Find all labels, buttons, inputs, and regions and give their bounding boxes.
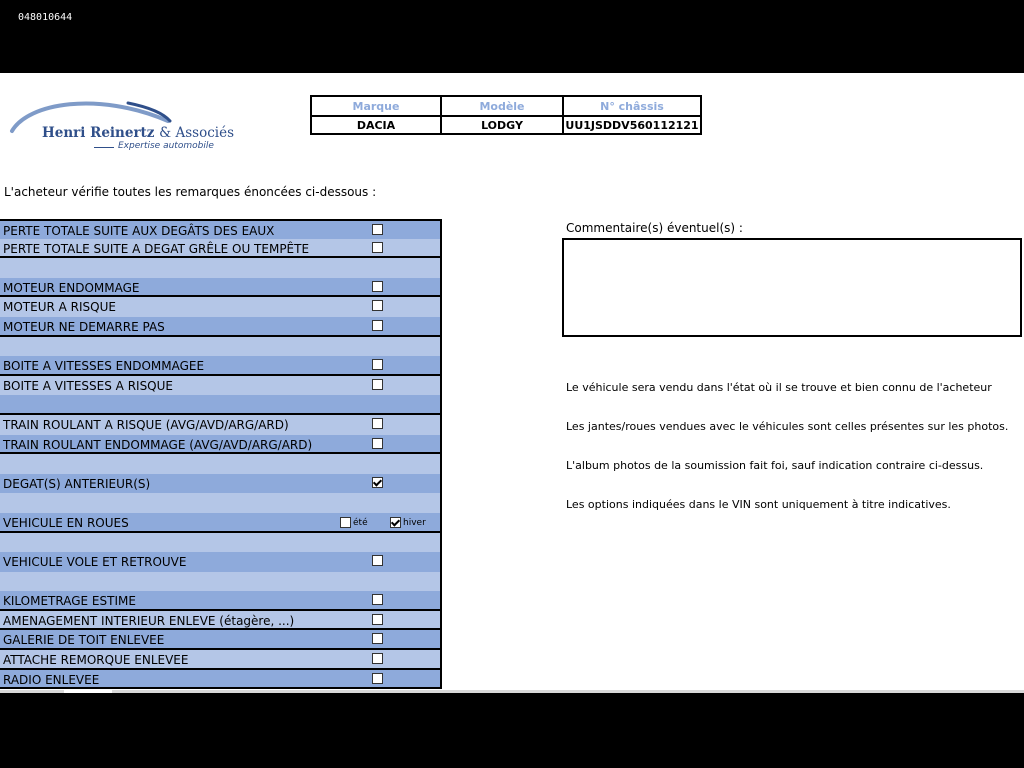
checklist-label: DEGAT(S) ANTERIEUR(S) — [3, 476, 151, 491]
checkbox[interactable] — [372, 280, 383, 292]
spacer-row — [0, 258, 442, 278]
checklist-row: MOTEUR ENDOMMAGE — [0, 277, 442, 298]
checklist-row: AMENAGEMENT INTERIEUR ENLEVE (étagère, .… — [0, 610, 442, 631]
hiver-label: hiver — [403, 517, 426, 528]
checkbox[interactable] — [372, 633, 383, 645]
checklist-label: BOITE A VITESSES ENDOMMAGEE — [3, 359, 205, 374]
checklist-label: KILOMETRAGE ESTIME — [3, 594, 136, 609]
document-id: 048010644 — [18, 12, 73, 23]
checklist-row: MOTEUR A RISQUE — [0, 297, 442, 317]
checklist-row: MOTEUR NE DEMARRE PAS — [0, 316, 442, 337]
vehicle-info-table: Marque Modèle N° châssis DACIA LODGY UU1… — [310, 95, 702, 135]
checklist-row: ATTACHE REMORQUE ENLEVEE — [0, 650, 442, 670]
checklist-label: MOTEUR ENDOMMAGE — [3, 280, 140, 295]
checkbox[interactable] — [372, 613, 383, 625]
logo-name: Henri Reinertz & Associés — [42, 125, 235, 141]
checklist-label: MOTEUR A RISQUE — [3, 300, 116, 315]
note-line: L'album photos de la soumission fait foi… — [566, 459, 984, 472]
header-chassis: N° châssis — [562, 95, 702, 117]
logo-subtitle: Expertise automobile — [118, 141, 214, 151]
checkbox[interactable] — [372, 359, 383, 371]
checkbox[interactable] — [372, 437, 383, 449]
note-line: Les jantes/roues vendues avec le véhicul… — [566, 420, 1009, 433]
note-line: Le véhicule sera vendu dans l'état où il… — [566, 381, 992, 394]
checkbox[interactable] — [372, 476, 383, 488]
checkbox-hiver[interactable] — [390, 516, 401, 528]
checklist-row: DEGAT(S) ANTERIEUR(S) — [0, 473, 442, 494]
checklist-row: VEHICULE VOLE ET RETROUVE — [0, 552, 442, 572]
top-black-bar: 048010644 — [0, 0, 1024, 73]
spacer-row — [0, 395, 442, 415]
checklist-label: PERTE TOTALE SUITE AUX DEGÂTS DES EAUX — [3, 224, 275, 238]
checklist-row: TRAIN ROULANT A RISQUE (AVG/AVD/ARG/ARD) — [0, 414, 442, 435]
checklist-row: BOITE A VITESSES ENDOMMAGEE — [0, 356, 442, 376]
checklist-row: VEHICULE EN ROUES été hiver — [0, 512, 442, 533]
checklist-label: GALERIE DE TOIT ENLEVEE — [3, 633, 165, 648]
logo-rule — [94, 147, 114, 148]
checkbox[interactable] — [372, 417, 383, 429]
checklist-label: BOITE A VITESSES A RISQUE — [3, 378, 173, 393]
checkbox[interactable] — [372, 378, 383, 390]
spacer-row — [0, 532, 442, 553]
checklist-row: PERTE TOTALE SUITE AUX DEGÂTS DES EAUX — [0, 219, 442, 239]
checklist-label: TRAIN ROULANT ENDOMMAGE (AVG/AVD/ARG/ARD… — [3, 437, 313, 452]
checklist-row: TRAIN ROULANT ENDOMMAGE (AVG/AVD/ARG/ARD… — [0, 434, 442, 455]
checkbox[interactable] — [372, 319, 383, 331]
checklist-row: RADIO ENLEVEE — [0, 669, 442, 690]
checkbox[interactable] — [372, 672, 383, 684]
checklist-label: MOTEUR NE DEMARRE PAS — [3, 319, 165, 334]
value-marque[interactable]: DACIA — [310, 115, 442, 135]
spacer-row — [0, 336, 442, 357]
spacer-row — [0, 571, 442, 592]
checklist-label: VEHICULE VOLE ET RETROUVE — [3, 555, 187, 570]
spacer-row — [0, 493, 442, 513]
ete-label: été — [353, 517, 368, 528]
spreadsheet-sheet: Henri Reinertz & Associés Expertise auto… — [0, 73, 1024, 693]
company-logo: Henri Reinertz & Associés Expertise auto… — [8, 95, 234, 157]
intro-text: L'acheteur vérifie toutes les remarques … — [4, 185, 377, 199]
checklist-label: RADIO ENLEVEE — [3, 672, 100, 687]
checkbox-ete[interactable] — [340, 516, 351, 528]
spacer-row — [0, 454, 442, 474]
comment-label: Commentaire(s) éventuel(s) : — [566, 221, 743, 235]
checkbox[interactable] — [372, 555, 383, 567]
checklist-label: PERTE TOTALE SUITE A DEGAT GRÊLE OU TEMP… — [3, 241, 310, 256]
checkbox[interactable] — [372, 594, 383, 606]
checkbox[interactable] — [372, 224, 383, 235]
note-line: Les options indiquées dans le VIN sont u… — [566, 498, 951, 511]
checklist: PERTE TOTALE SUITE AUX DEGÂTS DES EAUX P… — [0, 219, 442, 690]
checklist-label: VEHICULE EN ROUES — [3, 515, 129, 530]
header-modele: Modèle — [440, 95, 564, 117]
checklist-row: BOITE A VITESSES A RISQUE — [0, 375, 442, 396]
checkbox[interactable] — [372, 653, 383, 665]
checkbox[interactable] — [372, 241, 383, 253]
checklist-row: PERTE TOTALE SUITE A DEGAT GRÊLE OU TEMP… — [0, 238, 442, 259]
checklist-row: KILOMETRAGE ESTIME — [0, 591, 442, 611]
value-modele[interactable]: LODGY — [440, 115, 564, 135]
checkbox[interactable] — [372, 300, 383, 312]
header-marque: Marque — [310, 95, 442, 117]
checklist-label: TRAIN ROULANT A RISQUE (AVG/AVD/ARG/ARD) — [3, 417, 289, 432]
value-chassis[interactable]: UU1JSDDV560112121 — [562, 115, 702, 135]
bottom-black-bar — [0, 693, 1024, 768]
checklist-label: AMENAGEMENT INTERIEUR ENLEVE (étagère, .… — [3, 613, 295, 628]
checklist-row: GALERIE DE TOIT ENLEVEE — [0, 630, 442, 651]
checklist-label: ATTACHE REMORQUE ENLEVEE — [3, 653, 189, 668]
comment-input[interactable] — [562, 238, 1022, 337]
